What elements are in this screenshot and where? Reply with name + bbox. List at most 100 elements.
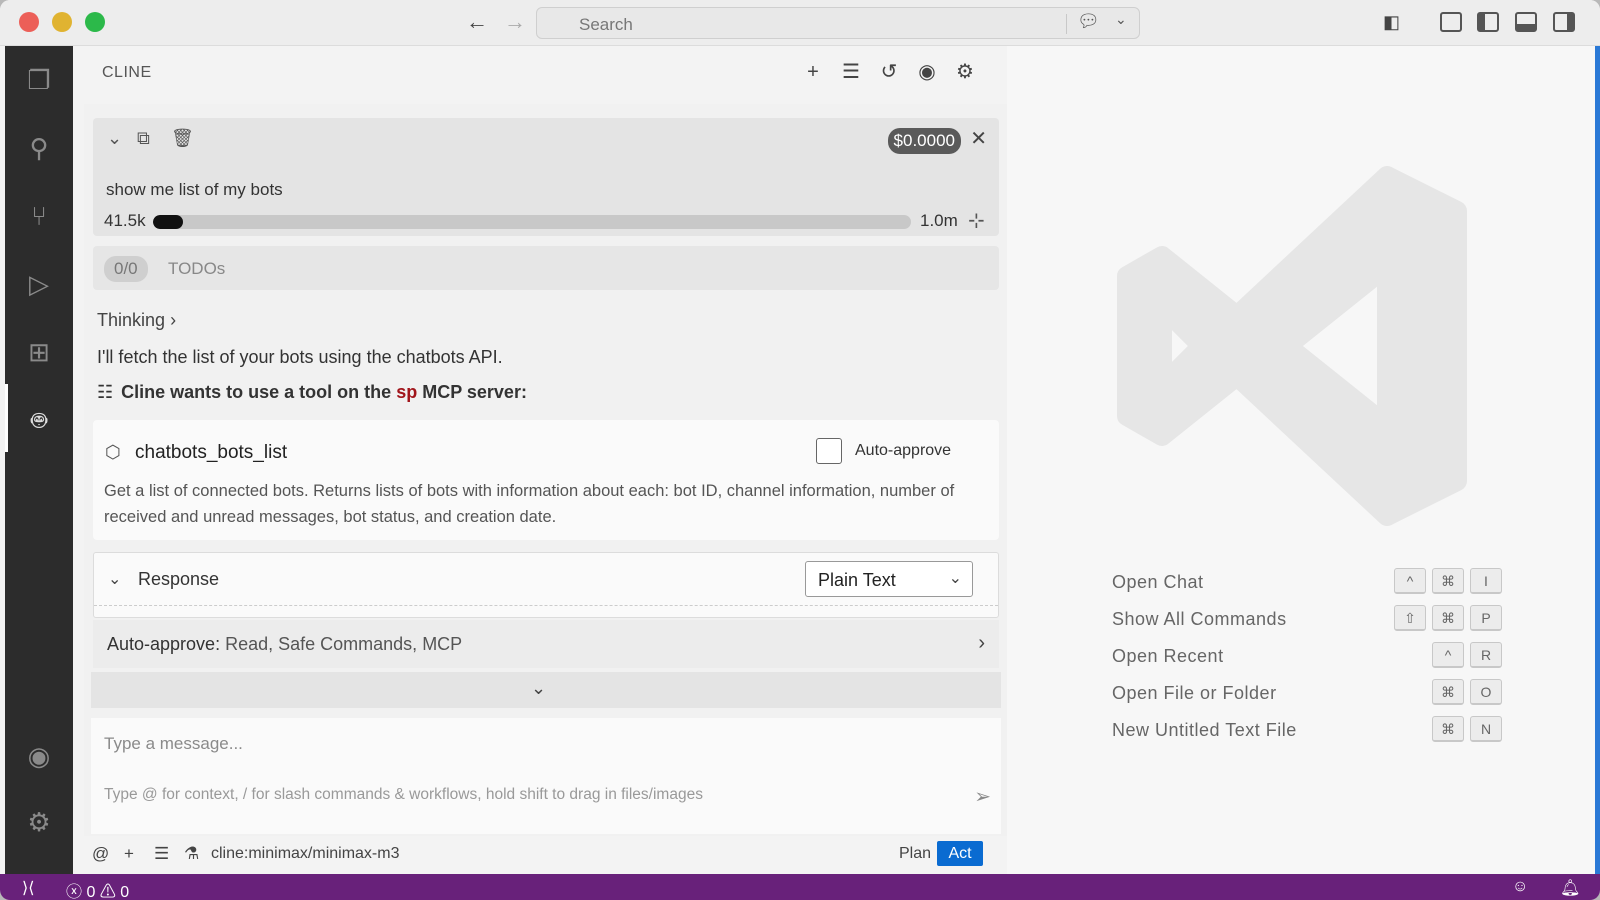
keycap: I bbox=[1470, 568, 1502, 594]
warning-icon: ⚠ bbox=[99, 884, 116, 900]
keycap: ⌘ bbox=[1432, 679, 1464, 705]
copy-icon[interactable]: ⧉ bbox=[137, 128, 150, 149]
add-icon[interactable]: + bbox=[124, 844, 134, 864]
active-indicator bbox=[5, 384, 8, 452]
minimize-window-button[interactable] bbox=[52, 12, 72, 32]
shortcut-row[interactable]: Open Recent ^ R bbox=[1112, 640, 1502, 677]
history-icon[interactable]: ↺ bbox=[877, 60, 901, 84]
secondary-edge-strip bbox=[1595, 46, 1600, 874]
plan-mode-button[interactable]: Plan bbox=[899, 845, 931, 863]
warning-count: 0 bbox=[120, 884, 130, 900]
chevron-down-icon[interactable]: ⌄ bbox=[1115, 11, 1127, 28]
settings-icon[interactable]: ⚙ bbox=[953, 60, 977, 84]
shortcut-keys: ^ ⌘ I bbox=[1394, 568, 1502, 594]
keycap: N bbox=[1470, 716, 1502, 742]
problems-indicator[interactable]: ⓧ 0 ⚠ 0 bbox=[66, 878, 129, 900]
zoom-window-button[interactable] bbox=[85, 12, 105, 32]
auto-approve-checkbox[interactable] bbox=[816, 438, 842, 464]
chevron-down-icon[interactable]: ⌄ bbox=[108, 569, 121, 589]
tool-request-prefix: Cline wants to use a tool on the bbox=[121, 382, 392, 402]
command-center-search[interactable]: Search 💬︎ ⌄ bbox=[536, 7, 1140, 39]
customize-layout-icon[interactable] bbox=[1440, 12, 1462, 32]
toggle-primary-sidebar-icon[interactable] bbox=[1477, 12, 1499, 32]
explorer-icon[interactable]: ❐ bbox=[21, 62, 57, 98]
flask-icon[interactable]: ⚗ bbox=[184, 844, 199, 864]
thinking-toggle[interactable]: Thinking › bbox=[97, 310, 176, 331]
act-mode-button[interactable]: Act bbox=[937, 841, 983, 866]
keycap: ⌘ bbox=[1432, 605, 1464, 631]
model-selector[interactable]: cline:minimax/minimax-m3 bbox=[211, 845, 399, 863]
new-task-icon[interactable]: + bbox=[801, 60, 825, 84]
copilot-status-icon[interactable]: ☺ bbox=[1512, 878, 1528, 896]
at-mention-icon[interactable]: @ bbox=[92, 844, 109, 864]
arrow-left-icon[interactable]: ← bbox=[466, 10, 488, 34]
close-task-icon[interactable]: ✕ bbox=[970, 126, 987, 151]
extensions-icon[interactable]: ⊞ bbox=[21, 334, 57, 370]
mcp-servers-icon[interactable]: ☰ bbox=[839, 60, 863, 84]
vscode-window: ← → Search 💬︎ ⌄ ◧ ❐ ⚲ ⑂ ▷ ⊞ 🤖︎ ◉ ⚙ CLINE… bbox=[0, 0, 1600, 900]
task-cost-badge: $0.0000 bbox=[887, 128, 961, 154]
account-icon[interactable]: ◉ bbox=[21, 738, 57, 774]
keycap: ⌘ bbox=[1432, 716, 1464, 742]
cline-bot-icon[interactable]: 🤖︎ bbox=[21, 402, 57, 438]
run-debug-icon[interactable]: ▷ bbox=[21, 266, 57, 302]
shortcut-row[interactable]: Open File or Folder ⌘ O bbox=[1112, 677, 1502, 714]
trash-icon[interactable]: 🗑︎ bbox=[171, 128, 194, 149]
status-bar: ⟩⟨ ⓧ 0 ⚠ 0 ☺ 🔔︎ bbox=[0, 874, 1600, 900]
toggle-secondary-sidebar-icon[interactable] bbox=[1553, 12, 1575, 32]
sidebar-header-actions: + ☰ ↺ ◉ ⚙ bbox=[801, 60, 977, 84]
activity-bar: ❐ ⚲ ⑂ ▷ ⊞ 🤖︎ ◉ ⚙ bbox=[5, 46, 73, 874]
auto-approve-bar[interactable]: Auto-approve: Read, Safe Commands, MCP › bbox=[93, 620, 999, 668]
copilot-icon[interactable]: ◧ bbox=[1383, 10, 1400, 34]
todos-label: TODOs bbox=[168, 259, 226, 278]
shortcut-row[interactable]: New Untitled Text File ⌘ N bbox=[1112, 714, 1502, 751]
keycap: R bbox=[1470, 642, 1502, 668]
chevron-down-icon: ⌄ bbox=[948, 570, 962, 587]
shortcut-keys: ⌘ N bbox=[1432, 716, 1502, 742]
shortcut-label: Open File or Folder bbox=[1112, 683, 1277, 703]
shortcut-row[interactable]: Open Chat ^ ⌘ I bbox=[1112, 566, 1502, 603]
shortcut-label: Open Chat bbox=[1112, 572, 1204, 592]
context-used: 41.5k bbox=[104, 211, 146, 230]
shortcut-keys: ⇧ ⌘ P bbox=[1394, 605, 1502, 631]
shortcut-row[interactable]: Show All Commands ⇧ ⌘ P bbox=[1112, 603, 1502, 640]
chevron-down-icon: ⌄ bbox=[531, 678, 547, 698]
close-window-button[interactable] bbox=[19, 12, 39, 32]
chat-icon[interactable]: 💬︎ bbox=[1077, 11, 1100, 32]
editor-empty-state: Open Chat ^ ⌘ I Show All Commands ⇧ ⌘ P Open Rec… bbox=[1007, 46, 1595, 874]
response-format-select[interactable]: Plain Text ⌄ bbox=[805, 561, 973, 597]
todos-count: 0/0 bbox=[104, 256, 148, 282]
mcp-servers-icon[interactable]: ☰ bbox=[154, 844, 169, 864]
notifications-bell-icon[interactable]: 🔔︎ bbox=[1560, 878, 1580, 898]
assistant-message: I'll fetch the list of your bots using t… bbox=[97, 347, 503, 367]
search-icon[interactable]: ⚲ bbox=[21, 130, 57, 166]
todos-bar[interactable]: 0/0 TODOs bbox=[93, 246, 999, 290]
search-separator bbox=[1066, 14, 1067, 34]
manage-gear-icon[interactable]: ⚙ bbox=[21, 804, 57, 840]
shortcut-label: Show All Commands bbox=[1112, 609, 1287, 629]
message-placeholder: Type a message... bbox=[104, 734, 243, 753]
context-max: 1.0m bbox=[920, 211, 958, 230]
expand-chat-button[interactable]: ⌄ bbox=[91, 672, 1001, 708]
remote-icon[interactable]: ⟩⟨ bbox=[22, 878, 34, 898]
chat-footer: @ + ☰ ⚗ cline:minimax/minimax-m3 Plan Ac… bbox=[84, 836, 1008, 870]
response-label: Response bbox=[138, 569, 220, 589]
send-icon[interactable]: ➢ bbox=[974, 784, 991, 809]
keycap: ⌘ bbox=[1432, 568, 1464, 594]
auto-approve-label: Auto-approve bbox=[855, 442, 952, 459]
thinking-label: Thinking bbox=[97, 310, 166, 330]
tool-request-suffix: MCP server: bbox=[422, 382, 527, 402]
task-text: show me list of my bots bbox=[106, 180, 283, 199]
condense-context-icon[interactable]: ⊹ bbox=[968, 208, 985, 233]
shortcut-keys: ^ R bbox=[1432, 642, 1502, 668]
tool-request-header: ☷ Cline wants to use a tool on the sp MCP… bbox=[97, 382, 527, 403]
toggle-panel-icon[interactable] bbox=[1515, 12, 1537, 32]
keycap: ⇧ bbox=[1394, 605, 1426, 631]
arrow-right-icon[interactable]: → bbox=[504, 10, 526, 34]
cube-icon: ⬡ bbox=[105, 442, 121, 462]
source-control-icon[interactable]: ⑂ bbox=[21, 198, 57, 234]
account-icon[interactable]: ◉ bbox=[915, 60, 939, 84]
keycap: O bbox=[1470, 679, 1502, 705]
chevron-down-icon[interactable]: ⌄ bbox=[107, 128, 122, 149]
message-input[interactable]: Type a message... Type @ for context, / … bbox=[91, 718, 1001, 834]
